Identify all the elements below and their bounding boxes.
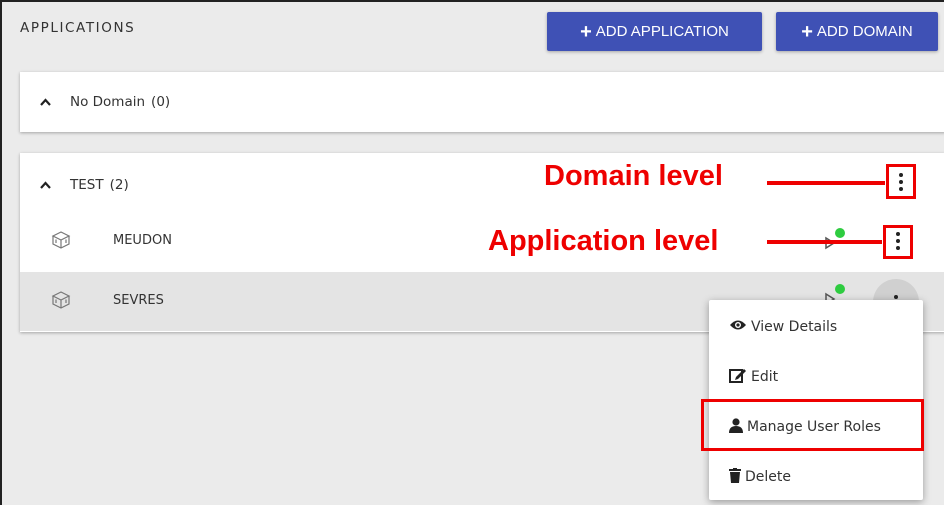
edit-icon bbox=[729, 367, 751, 387]
domain-level-annotation: Domain level bbox=[544, 160, 723, 192]
domain-name: TEST bbox=[70, 177, 104, 193]
domain-header-test[interactable]: TEST (2) bbox=[40, 177, 129, 193]
add-application-label: ADD APPLICATION bbox=[595, 23, 729, 40]
domain-name: No Domain bbox=[70, 94, 146, 110]
domain-count: (2) bbox=[109, 177, 129, 193]
trash-icon bbox=[729, 467, 745, 487]
menu-item-view-details[interactable]: View Details bbox=[709, 302, 923, 352]
application-name: SEVRES bbox=[113, 293, 164, 308]
chevron-up-icon[interactable] bbox=[40, 178, 54, 192]
cube-icon bbox=[51, 290, 73, 312]
domain-menu-button[interactable] bbox=[899, 173, 903, 191]
plus-icon: + bbox=[580, 20, 592, 43]
eye-icon bbox=[729, 319, 751, 335]
menu-item-label: Delete bbox=[745, 469, 791, 485]
application-level-arrow bbox=[767, 240, 882, 244]
menu-item-label: View Details bbox=[751, 319, 838, 335]
manage-user-roles-highlight-box bbox=[701, 399, 924, 451]
domain-card-no-domain: No Domain (0) bbox=[20, 72, 944, 132]
application-menu-button-meudon[interactable] bbox=[896, 232, 900, 250]
menu-item-delete[interactable]: Delete bbox=[709, 452, 923, 502]
cube-icon bbox=[51, 230, 73, 252]
add-domain-label: ADD DOMAIN bbox=[816, 23, 913, 40]
chevron-up-icon[interactable] bbox=[40, 95, 54, 109]
domain-count: (0) bbox=[151, 94, 171, 110]
plus-icon: + bbox=[801, 20, 813, 43]
menu-item-edit[interactable]: Edit bbox=[709, 352, 923, 402]
menu-item-label: Edit bbox=[751, 369, 779, 385]
page-title: APPLICATIONS bbox=[20, 20, 136, 36]
domain-level-arrow bbox=[767, 181, 885, 185]
application-name: MEUDON bbox=[113, 233, 172, 248]
add-domain-button[interactable]: + ADD DOMAIN bbox=[776, 12, 938, 51]
application-level-annotation: Application level bbox=[488, 225, 719, 257]
domain-header-no-domain[interactable]: No Domain (0) bbox=[40, 94, 170, 110]
add-application-button[interactable]: + ADD APPLICATION bbox=[547, 12, 762, 51]
